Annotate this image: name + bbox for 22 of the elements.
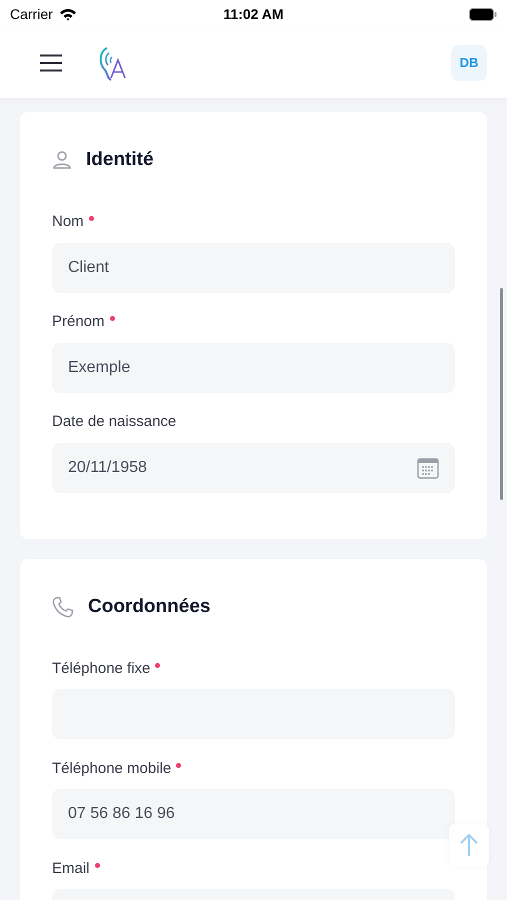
scroll-to-top-button[interactable] (449, 824, 489, 866)
person-icon (52, 150, 72, 170)
carrier-label: Carrier (10, 4, 53, 24)
field-label: Nom (52, 212, 84, 232)
menu-icon[interactable] (40, 54, 62, 72)
field-label: Prénom (52, 312, 105, 332)
field-label: Email (52, 858, 90, 879)
clock-time: 11:02 AM (223, 4, 284, 24)
field-label: Téléphone fixe (52, 658, 150, 679)
field-label: Date de naissance (52, 412, 176, 432)
battery-icon (469, 8, 497, 20)
input-field[interactable]: Exemple (52, 342, 455, 392)
calendar-icon[interactable] (417, 456, 439, 478)
wifi-icon (58, 8, 77, 20)
phone-icon (52, 596, 74, 618)
input-field[interactable]: Client (52, 242, 455, 292)
arrow-up-icon (460, 833, 478, 857)
section-title: Identité (86, 148, 154, 172)
input-field[interactable]: 07 56 86 16 96 (52, 789, 455, 839)
field-label: Téléphone mobile (52, 758, 172, 779)
section-title: Coordonnées (88, 594, 210, 618)
date-field[interactable]: 20/11/1958 (52, 442, 455, 492)
